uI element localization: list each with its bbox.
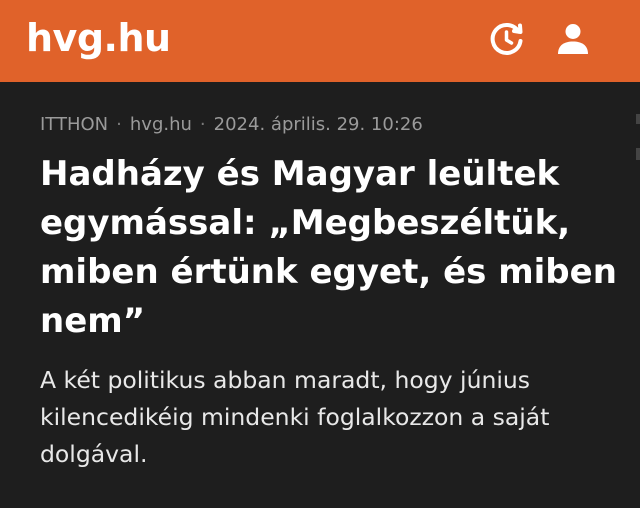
- article-source: hvg.hu: [129, 114, 192, 135]
- top-bar: hvg.hu: [0, 0, 640, 82]
- article-category[interactable]: ITTHON: [40, 114, 108, 135]
- article-headline[interactable]: Hadházy és Magyar leültek egymással: „Me…: [40, 150, 620, 346]
- article-lead: A két politikus abban maradt, hogy júniu…: [40, 366, 550, 468]
- scrollbar-mark: [636, 148, 640, 160]
- article-meta: ITTHON · hvg.hu · 2024. április. 29. 10:26: [40, 112, 423, 138]
- clock-history-icon: [490, 22, 523, 55]
- meta-separator: ·: [199, 114, 206, 135]
- site-logo[interactable]: hvg.hu: [26, 14, 171, 62]
- history-button[interactable]: [484, 16, 530, 62]
- article-date: 2024. április. 29. 10:26: [213, 114, 423, 135]
- user-icon: [558, 24, 588, 54]
- scrollbar-mark: [636, 114, 640, 124]
- meta-separator: ·: [116, 114, 122, 135]
- account-button[interactable]: [550, 16, 596, 62]
